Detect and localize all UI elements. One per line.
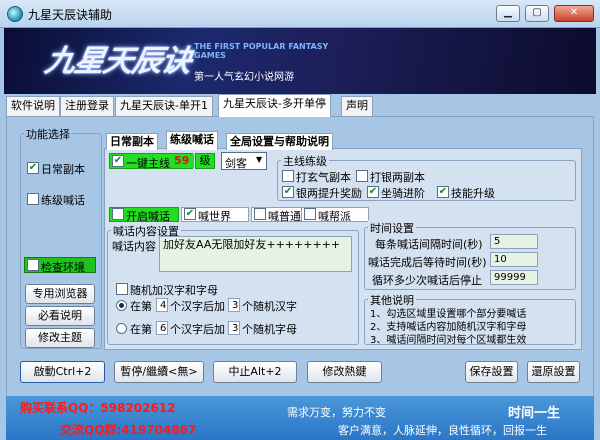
loop-count-label: 循环多少次喊话后停止 bbox=[372, 274, 482, 287]
shout-guild-row[interactable]: 喊帮派 bbox=[301, 207, 369, 223]
game-logo: 九星天辰诀 bbox=[42, 44, 194, 79]
banner-slogan-chinese: 第一人气玄幻小说网游 bbox=[194, 72, 294, 83]
mount-advance-checkbox[interactable]: ✔ bbox=[367, 186, 379, 198]
tab-software-info[interactable]: 软件说明 bbox=[6, 96, 60, 116]
shout-interval-input[interactable]: 5 bbox=[490, 234, 538, 249]
random-letter-count-input[interactable]: 3 bbox=[228, 321, 240, 335]
random-chars-checkbox[interactable] bbox=[116, 283, 128, 295]
silver-dungeon-label: 打银两副本 bbox=[370, 171, 425, 184]
skill-upgrade-checkbox[interactable]: ✔ bbox=[437, 186, 449, 198]
enable-shout-row[interactable]: 开启喊话 bbox=[109, 207, 179, 223]
enable-shout-checkbox[interactable] bbox=[112, 208, 124, 220]
one-key-main-line-checkbox[interactable]: ✔ bbox=[112, 155, 124, 167]
leveling-shout-checkbox[interactable] bbox=[27, 193, 39, 205]
shout-content-label: 喊话内容 bbox=[112, 240, 156, 253]
shout-world-checkbox[interactable]: ✔ bbox=[184, 208, 196, 220]
close-button[interactable]: ✕ bbox=[554, 5, 594, 22]
radio-dot bbox=[119, 303, 124, 308]
inner-tab-leveling-shout[interactable]: 练级喊话 bbox=[166, 131, 218, 150]
tab-register-login[interactable]: 注册登录 bbox=[60, 96, 114, 116]
level-unit-label: 级 bbox=[195, 153, 215, 169]
daily-dungeon-label: 日常副本 bbox=[41, 163, 85, 176]
shout-guild-checkbox[interactable] bbox=[304, 208, 316, 220]
motto-text-2: 时间一生 bbox=[508, 406, 561, 421]
daily-dungeon-checkbox[interactable]: ✔ bbox=[27, 162, 39, 174]
random-letter-post: 个随机字母 bbox=[242, 323, 297, 336]
silver-reward-checkbox[interactable]: ✔ bbox=[282, 186, 294, 198]
restore-settings-button[interactable]: 還原設置 bbox=[527, 361, 580, 383]
shout-normal-checkbox[interactable] bbox=[254, 208, 266, 220]
shout-guild-label: 喊帮派 bbox=[318, 210, 351, 223]
xuanqi-dungeon-label: 打玄气副本 bbox=[296, 171, 351, 184]
main-line-group-title: 主线练级 bbox=[281, 153, 329, 169]
one-key-main-line-label: 一键主线 bbox=[126, 157, 170, 170]
pause-resume-button[interactable]: 暫停/繼續<無> bbox=[114, 361, 204, 383]
inner-tab-daily-dungeon[interactable]: 日常副本 bbox=[106, 133, 158, 150]
after-shout-wait-input[interactable]: 10 bbox=[490, 252, 538, 267]
loop-count-input[interactable]: 99999 bbox=[490, 270, 538, 285]
shout-world-row[interactable]: ✔ 喊世界 bbox=[181, 207, 249, 223]
silver-dungeon-checkbox[interactable] bbox=[356, 170, 368, 182]
banner-slogan-english: THE FIRST POPULAR FANTASY GAMES bbox=[194, 42, 329, 60]
game-banner: 九星天辰诀 THE FIRST POPULAR FANTASY GAMES 第一… bbox=[4, 28, 596, 94]
check-environment-label: 检查环境 bbox=[41, 261, 85, 274]
shout-normal-label: 喊普通 bbox=[268, 210, 301, 223]
random-hanzi-post: 个随机汉字 bbox=[242, 300, 297, 313]
check-environment-row[interactable]: 检查环境 bbox=[24, 257, 96, 274]
chevron-down-icon: ▼ bbox=[256, 155, 263, 164]
qq-group-text: 交流QQ群:419704867 bbox=[60, 423, 197, 437]
tab-statement[interactable]: 声明 bbox=[341, 96, 373, 116]
random-letter-pre: 在第 bbox=[130, 323, 152, 336]
random-chars-label: 随机加汉字和字母 bbox=[130, 284, 218, 297]
note-line-3: 3、喊话间隔时间对每个区域都生效 bbox=[370, 335, 527, 346]
modify-hotkey-button[interactable]: 修改熱鍵 bbox=[307, 361, 382, 383]
time-settings-title: 时间设置 bbox=[368, 220, 416, 236]
enable-shout-label: 开启喊话 bbox=[126, 210, 170, 223]
random-hanzi-position-input[interactable]: 4 bbox=[156, 298, 168, 312]
skill-upgrade-label: 技能升级 bbox=[451, 187, 495, 200]
app-icon bbox=[7, 6, 23, 22]
stop-button[interactable]: 中止Alt+2 bbox=[213, 361, 297, 383]
check-environment-checkbox[interactable] bbox=[27, 259, 39, 271]
inner-tab-global-settings[interactable]: 全局设置与帮助说明 bbox=[226, 133, 333, 150]
window-title: 九星天辰诀辅助 bbox=[28, 8, 113, 22]
shout-content-input[interactable]: 加好友AA无限加好友++++++++ bbox=[159, 236, 352, 272]
start-button[interactable]: 啟動Ctrl+2 bbox=[20, 361, 105, 383]
tab-multi-instance[interactable]: 九星天辰诀-多开单停 bbox=[218, 94, 331, 117]
random-hanzi-mid: 个汉字后加 bbox=[170, 300, 225, 313]
shout-interval-label: 每条喊话间隔时间(秒) bbox=[375, 238, 483, 251]
after-shout-wait-label: 喊话完成后等待时间(秒) bbox=[368, 256, 487, 269]
mount-advance-label: 坐骑进阶 bbox=[381, 187, 425, 200]
motto-text-1: 需求万变，努力不变 bbox=[287, 406, 386, 419]
buy-contact-text: 购买联系QQ：598202612 bbox=[20, 401, 176, 415]
silver-reward-label: 银两提升奖励 bbox=[296, 187, 362, 200]
random-letter-position-input[interactable]: 6 bbox=[156, 321, 168, 335]
random-hanzi-pre: 在第 bbox=[130, 300, 152, 313]
save-settings-button[interactable]: 保存設置 bbox=[465, 361, 518, 383]
random-letter-radio[interactable] bbox=[116, 323, 127, 334]
random-hanzi-radio[interactable] bbox=[116, 300, 127, 311]
maximize-button[interactable]: ▢ bbox=[525, 5, 549, 22]
random-letter-mid: 个汉字后加 bbox=[170, 323, 225, 336]
class-select-value: 剑客 bbox=[225, 157, 247, 170]
motto-text-3: 客户满意，人脉延伸，良性循环，回报一生 bbox=[338, 424, 547, 437]
must-read-button[interactable]: 必看说明 bbox=[25, 306, 95, 326]
dedicated-browser-button[interactable]: 专用浏览器 bbox=[25, 284, 95, 304]
shout-world-label: 喊世界 bbox=[198, 210, 231, 223]
function-select-title: 功能选择 bbox=[24, 126, 72, 142]
leveling-shout-label: 练级喊话 bbox=[41, 194, 85, 207]
minimize-button[interactable]: ▁ bbox=[496, 5, 520, 22]
level-value[interactable]: 59 bbox=[174, 154, 194, 168]
xuanqi-dungeon-checkbox[interactable] bbox=[282, 170, 294, 182]
class-select[interactable]: 剑客 ▼ bbox=[221, 152, 267, 170]
change-theme-button[interactable]: 修改主题 bbox=[25, 328, 95, 348]
random-hanzi-count-input[interactable]: 3 bbox=[228, 298, 240, 312]
tab-single-instance[interactable]: 九星天辰诀-单开1 bbox=[115, 96, 213, 116]
